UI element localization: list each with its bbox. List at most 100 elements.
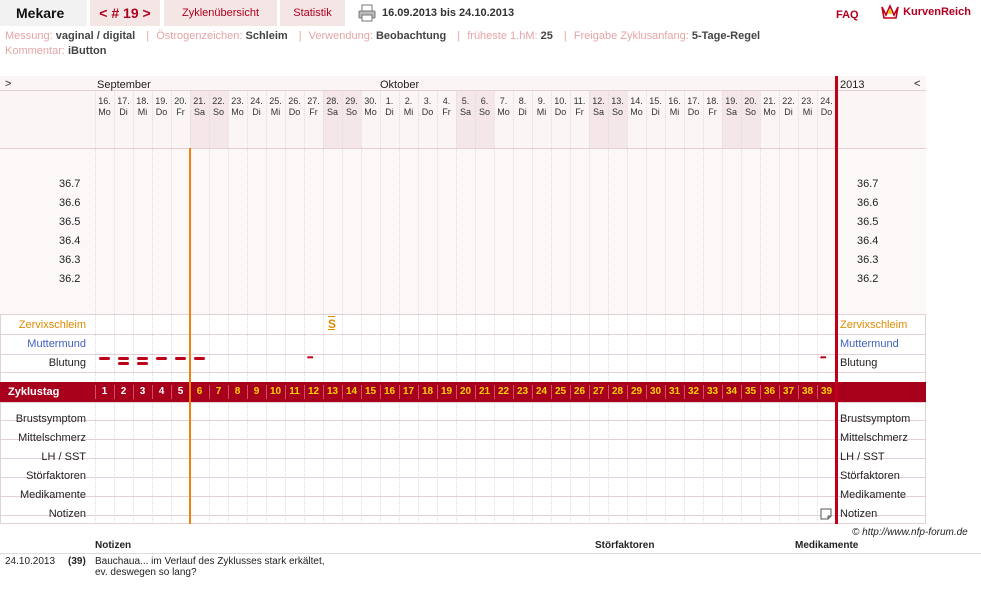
row-label-right-stoer: Störfaktoren	[840, 470, 900, 482]
cycle-day-number: 13	[326, 386, 339, 397]
month-label: Oktober	[380, 79, 420, 91]
cycle-bar-divider	[760, 385, 761, 399]
cycle-day-number: 25	[554, 386, 567, 397]
cycle-day-number: 4	[158, 386, 165, 397]
cycle-bar-divider	[608, 385, 609, 399]
day-label: 20. Fr	[174, 96, 187, 117]
cycle-day-number: 3	[139, 386, 146, 397]
cycle-day-number: 30	[649, 386, 662, 397]
cycle-day-number: 15	[364, 386, 377, 397]
cycle-bar-divider	[133, 385, 134, 399]
temp-label-left: 36.2	[59, 273, 81, 285]
usage-value: Beobachtung	[375, 30, 447, 42]
row-gridline	[0, 439, 926, 440]
temp-area	[0, 148, 926, 314]
cycle-bar-divider	[380, 385, 381, 399]
cycle-day-bar: Zyklustag 1 2 3 4 5 6 7 8 9 10 11 12 13 14 15 16 17 18 19 20…	[0, 382, 926, 402]
day-label: 1. Di	[385, 96, 394, 117]
cycle-day-number: 20	[459, 386, 472, 397]
day-label: 3. Do	[421, 96, 434, 117]
cycle-day-number: 31	[668, 386, 681, 397]
cycle-bar-divider	[627, 385, 628, 399]
day-label: 24. Do	[820, 96, 833, 117]
estrogen-value: Schleim	[245, 30, 288, 42]
cycle-bar-divider	[209, 385, 210, 399]
bleeding-mark	[194, 357, 205, 360]
notes-col-medication: Medikamente	[795, 540, 859, 551]
temp-label-left: 36.5	[59, 216, 81, 228]
bleeding-mark	[137, 357, 148, 360]
cycle-bar-divider	[494, 385, 495, 399]
nav-right-arrow[interactable]: <	[914, 78, 920, 90]
comment-value: iButton	[67, 45, 107, 57]
tab-cycle-overview[interactable]: Zyklenübersicht	[164, 0, 277, 26]
row-gridline	[0, 334, 926, 335]
row-label-right-notizen: Notizen	[840, 508, 878, 520]
cycle-bar-divider	[741, 385, 742, 399]
day-label: 22. So	[212, 96, 225, 117]
notes-header: Notizen Störfaktoren Medikamente	[0, 540, 981, 552]
row-label-right-muttermund: Muttermund	[840, 338, 899, 350]
note-text-line2: ev. deswegen so lang?	[95, 567, 197, 578]
day-label: 22. Di	[782, 96, 795, 117]
release-value: 5-Tage-Regel	[691, 30, 761, 42]
brand-logo[interactable]: KurvenReich	[880, 3, 971, 21]
bleeding-mark	[99, 357, 110, 360]
day-label: 27. Fr	[307, 96, 320, 117]
day-label: 8. Di	[518, 96, 527, 117]
cycle-day-number: 19	[440, 386, 453, 397]
notes-col-disturbance: Störfaktoren	[595, 540, 655, 551]
nav-left-arrow[interactable]: >	[5, 78, 11, 90]
row-label-muttermund: Muttermund	[27, 338, 86, 350]
notes-col-notes: Notizen	[95, 540, 132, 551]
bleeding-mark	[175, 357, 186, 360]
cycle-bar-divider	[665, 385, 666, 399]
day-label: 10. Do	[554, 96, 567, 117]
cycle-bar-divider	[266, 385, 267, 399]
bleeding-mark	[156, 357, 167, 360]
note-icon[interactable]	[820, 508, 832, 520]
temp-label-right: 36.2	[857, 273, 879, 285]
cycle-bar-divider	[703, 385, 704, 399]
day-label: 7. Mo	[497, 96, 510, 117]
cycle-bar-divider	[513, 385, 514, 399]
day-label: 18. Fr	[706, 96, 719, 117]
cycle-bar-divider	[342, 385, 343, 399]
day-label: 30. Mo	[364, 96, 377, 117]
measurement-label: Messung:	[5, 30, 53, 42]
printer-icon[interactable]	[358, 4, 376, 22]
note-text-line1: Bauchaua... im Verlauf des Zyklusses sta…	[95, 556, 325, 567]
separator: |	[563, 30, 567, 42]
cycle-bar-divider	[570, 385, 571, 399]
year-label: 2013	[840, 79, 865, 91]
earliest-hm-value: 25	[540, 30, 553, 42]
row-label-right-brust: Brustsymptom	[840, 413, 911, 425]
cycle-day-number: 29	[630, 386, 643, 397]
row-label-zyklustag: Zyklustag	[8, 386, 60, 398]
row-label-mittel: Mittelschmerz	[18, 432, 86, 444]
day-label: 20. So	[744, 96, 757, 117]
temp-label-right: 36.7	[857, 178, 879, 190]
cycle-day-number: 9	[253, 386, 260, 397]
cycle-bar-divider	[646, 385, 647, 399]
today-line	[835, 76, 838, 524]
row-gridline	[0, 372, 926, 373]
measurement-value: vaginal / digital	[55, 30, 136, 42]
cycle-bar-divider	[228, 385, 229, 399]
row-label-right-zervix: Zervixschleim	[840, 319, 908, 331]
cycle-bar-divider	[437, 385, 438, 399]
cycle-bar-divider	[779, 385, 780, 399]
cycle-bar-divider	[418, 385, 419, 399]
cycle-navigator[interactable]: < # 19 >	[90, 0, 160, 26]
cycle-day-number: 14	[345, 386, 358, 397]
cycle-bar-divider	[399, 385, 400, 399]
temp-label-right: 36.4	[857, 235, 879, 247]
comment-label: Kommentar:	[5, 45, 65, 57]
bleeding-mark	[137, 362, 148, 365]
cycle-day-number: 35	[744, 386, 757, 397]
tab-statistics[interactable]: Statistik	[280, 0, 345, 26]
faq-link[interactable]: FAQ	[836, 9, 859, 21]
temp-label-right: 36.3	[857, 254, 879, 266]
temp-label-left: 36.7	[59, 178, 81, 190]
copyright: © http://www.nfp-forum.de	[852, 527, 968, 538]
